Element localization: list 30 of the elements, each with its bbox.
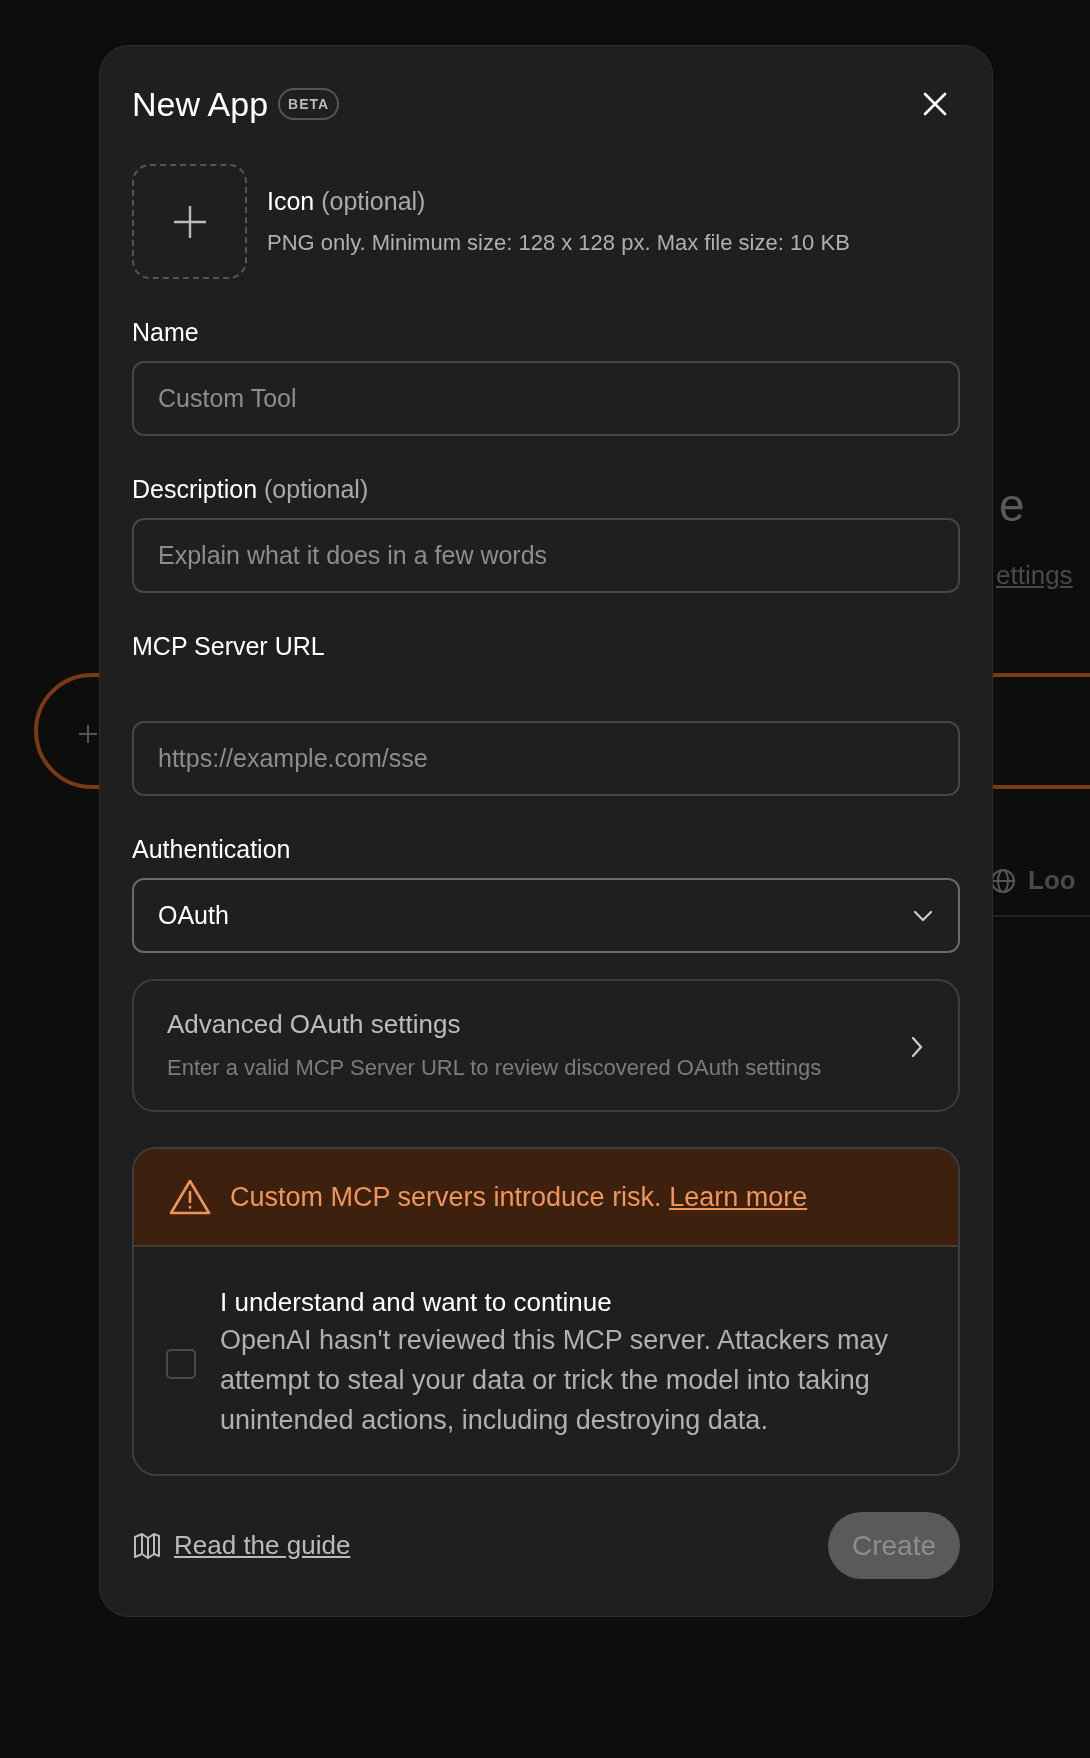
icon-upload[interactable] [132,164,247,279]
chevron-right-icon [910,1034,924,1059]
input-field[interactable]: https://example.com/sse [132,721,960,796]
select-field[interactable]: OAuth [132,878,960,953]
learn-more-link[interactable]: Learn more [669,1181,808,1212]
field-label: Description (optional) [132,475,370,504]
input-field[interactable]: Custom Tool [132,361,960,436]
close-icon[interactable] [922,91,948,117]
dialog-title: New App [132,84,269,124]
warning-message: Custom MCP servers introduce risk. Learn more [230,1181,808,1213]
page-heading: e [999,478,1025,532]
plus-icon [78,724,98,744]
globe-icon [990,867,1016,894]
advanced-settings-card[interactable]: Advanced OAuth settings Enter a valid MCP Server URL to review discovered OAuth settings [132,979,960,1112]
icon-label: Icon (optional) [267,187,427,216]
consent-checkbox[interactable] [166,1348,196,1379]
warning-icon [168,1178,212,1216]
field-label: Authentication [132,835,292,864]
field-label: MCP Server URL [132,632,326,661]
card-title: Advanced OAuth settings [167,1009,462,1040]
icon-requirements: PNG only. Minimum size: 128 x 128 px. Max file size: 10 KB [267,230,850,256]
beta-badge: BETA [278,88,340,120]
card-description: Enter a valid MCP Server URL to review discovered OAuth settings [167,1054,823,1082]
chevron-down-icon [912,908,934,923]
input-field[interactable]: Explain what it does in a few words [132,518,960,593]
read-guide-link[interactable]: Read the guide [174,1530,351,1561]
plus-icon [171,203,208,240]
field-label: Name [132,318,200,347]
consent-description: OpenAI hasn't reviewed this MCP server. Attackers may attempt to steal your data or trick the model into taking unintended actions, including destroying data. [220,1324,889,1437]
consent-title: I understand and want to continue [220,1287,613,1318]
